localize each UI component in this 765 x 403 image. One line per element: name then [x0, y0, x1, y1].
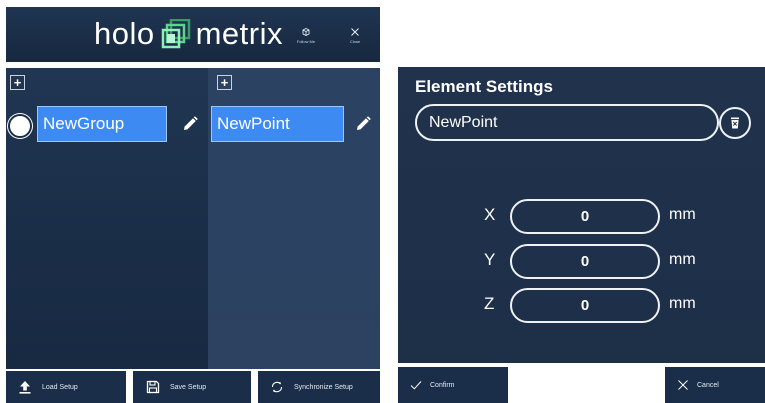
app-logo: holo metrix	[94, 15, 283, 53]
z-value-input[interactable]: 0	[510, 288, 660, 323]
y-unit-label: mm	[669, 251, 696, 268]
element-settings-title: Element Settings	[415, 77, 553, 96]
edit-point-pencil-icon[interactable]	[354, 115, 372, 133]
synchronize-setup-button[interactable]: Synchronize Setup	[258, 371, 380, 403]
add-point-button[interactable]: +	[217, 75, 232, 90]
x-unit-label: mm	[669, 206, 696, 223]
coord-row-y: Y 0 mm	[398, 244, 765, 280]
brand-text-right: metrix	[195, 16, 283, 51]
coord-row-z: Z 0 mm	[398, 288, 765, 324]
add-group-button[interactable]: +	[10, 75, 25, 90]
brand-text-left: holo	[94, 16, 155, 51]
element-settings-toolbar: Confirm Cancel	[398, 367, 765, 403]
save-setup-label: Save Setup	[170, 383, 207, 391]
point-item-newpoint[interactable]: NewPoint	[211, 106, 344, 142]
follow-me-button[interactable]: Follow Me	[293, 27, 319, 55]
element-settings-panel: Element Settings NewPoint X 0 mm Y 0 mm …	[398, 67, 765, 363]
confirm-button[interactable]: Confirm	[398, 367, 508, 403]
x-value-input[interactable]: 0	[510, 199, 660, 234]
save-floppy-icon	[146, 380, 160, 394]
close-label: Close	[349, 39, 361, 44]
edit-group-pencil-icon[interactable]	[181, 115, 199, 133]
close-icon	[678, 380, 688, 390]
points-panel: + NewPoint	[208, 68, 380, 369]
delete-element-button[interactable]	[719, 107, 751, 139]
load-setup-label: Load Setup	[42, 383, 78, 391]
group-radio-selected[interactable]	[10, 116, 30, 136]
y-value-input[interactable]: 0	[510, 244, 660, 279]
element-name-field[interactable]: NewPoint	[415, 104, 719, 141]
coord-label-y: Y	[484, 250, 496, 269]
cancel-button[interactable]: Cancel	[665, 367, 765, 403]
follow-me-label: Follow Me	[296, 39, 316, 44]
coord-label-z: Z	[484, 294, 495, 313]
z-unit-label: mm	[669, 295, 696, 312]
group-item-newgroup[interactable]: NewGroup	[37, 106, 167, 142]
trash-icon	[731, 117, 739, 129]
confirm-label: Confirm	[430, 381, 455, 389]
cancel-label: Cancel	[697, 381, 719, 389]
synchronize-setup-label: Synchronize Setup	[294, 383, 353, 391]
element-settings-window: Element Settings NewPoint X 0 mm Y 0 mm …	[398, 67, 765, 403]
coord-label-x: X	[484, 205, 496, 224]
holometrix-logo-icon	[161, 19, 190, 49]
upload-icon	[19, 381, 31, 394]
close-button[interactable]: Close	[342, 27, 368, 55]
bottom-toolbar: Load Setup Save Setup Synchronize Setup	[6, 371, 380, 403]
main-window: holo metrix Follow Me Close + NewGroup +…	[6, 7, 380, 403]
cube-icon	[302, 27, 310, 37]
groups-panel: + NewGroup	[6, 68, 208, 369]
checkmark-icon	[410, 381, 422, 390]
coord-row-x: X 0 mm	[398, 199, 765, 235]
panels-area: + NewGroup + NewPoint	[6, 68, 380, 369]
sync-icon	[271, 381, 283, 393]
load-setup-button[interactable]: Load Setup	[6, 371, 126, 403]
close-icon	[351, 28, 359, 36]
save-setup-button[interactable]: Save Setup	[133, 371, 251, 403]
title-bar: holo metrix Follow Me Close	[6, 7, 380, 62]
